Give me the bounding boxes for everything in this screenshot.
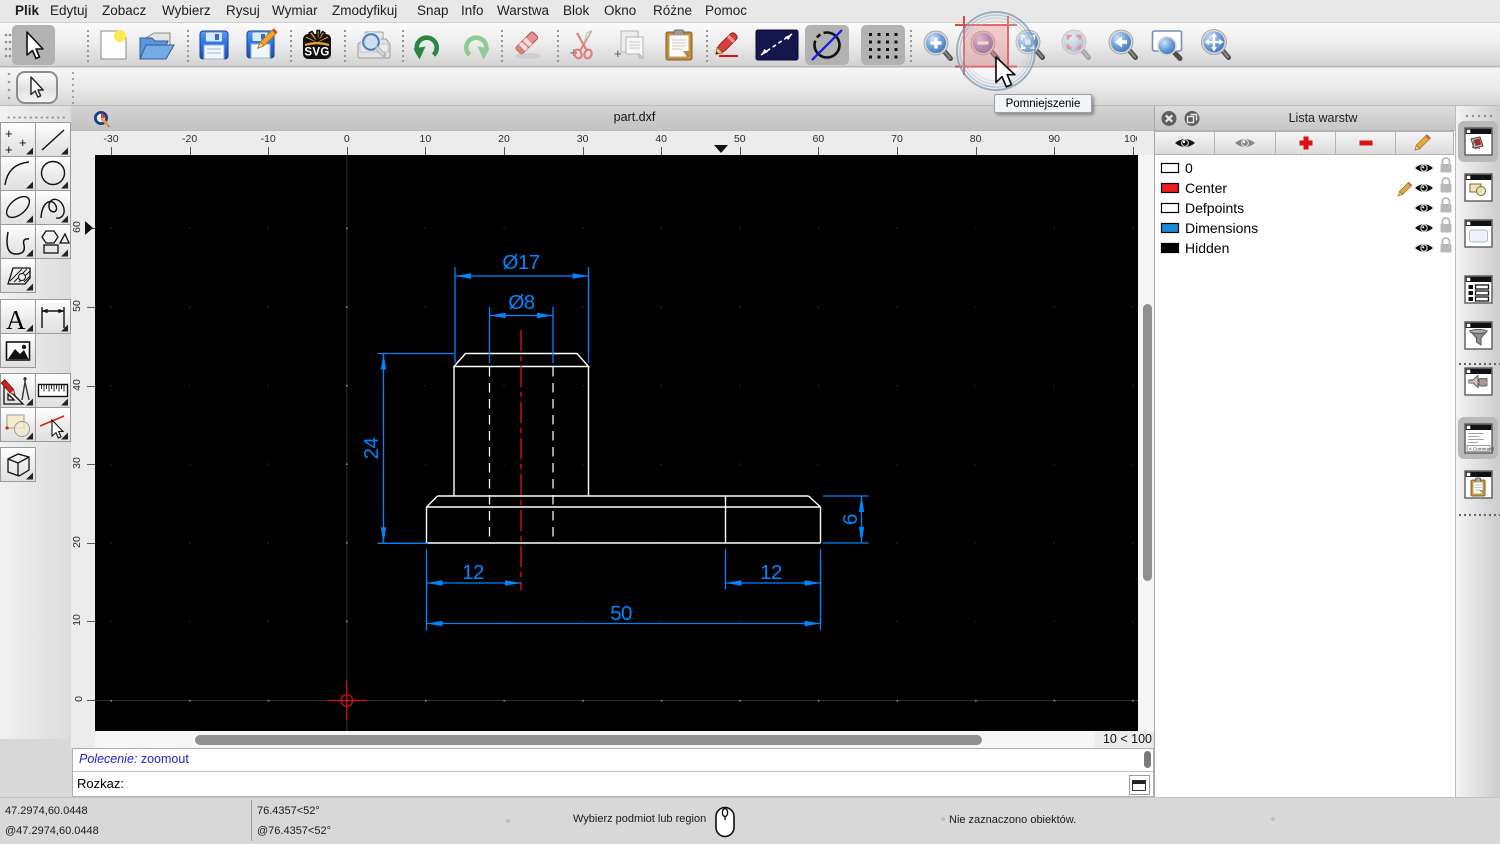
svg-text:12: 12 <box>760 561 782 584</box>
svg-text:+: + <box>5 126 13 141</box>
svg-text:+: + <box>614 46 622 61</box>
svg-text:Ø17: Ø17 <box>502 251 539 274</box>
svg-text:+: + <box>19 135 27 150</box>
svg-text:Ø8: Ø8 <box>508 291 534 314</box>
svg-text:Center: Center <box>1185 180 1227 196</box>
svg-text:Dimensions: Dimensions <box>1185 220 1258 236</box>
svg-text:Hidden: Hidden <box>1185 240 1229 256</box>
svg-text:A: A <box>6 305 26 335</box>
svg-text:SVG: SVG <box>304 47 329 59</box>
svg-text:0: 0 <box>1185 160 1193 176</box>
svg-text:24: 24 <box>360 438 383 460</box>
svg-text:12: 12 <box>462 561 484 584</box>
svg-text:6: 6 <box>839 514 862 525</box>
svg-text:50: 50 <box>610 602 632 625</box>
svg-text:+: + <box>5 142 13 157</box>
svg-text:< Command: < Command <box>1469 447 1495 452</box>
svg-text:Defpoints: Defpoints <box>1185 200 1244 216</box>
